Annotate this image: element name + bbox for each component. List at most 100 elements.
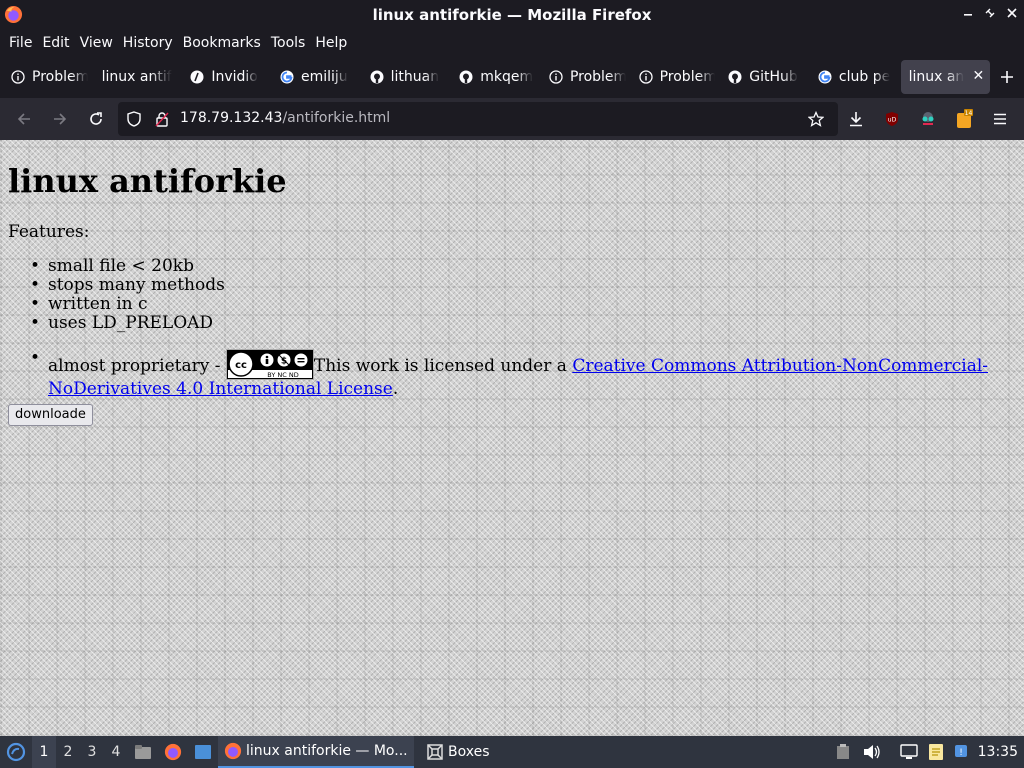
menu-history[interactable]: History bbox=[118, 35, 178, 51]
notification-icon: ! bbox=[955, 745, 967, 758]
forward-button[interactable] bbox=[44, 103, 76, 135]
tab[interactable]: Problem bbox=[632, 60, 722, 94]
window-title: linux antiforkie — Mozilla Firefox bbox=[372, 6, 652, 24]
github-icon bbox=[727, 69, 743, 85]
firefox-icon bbox=[164, 743, 182, 761]
features-list: small file < 20kb stops many methods wri… bbox=[28, 257, 988, 399]
shield-icon[interactable] bbox=[126, 111, 142, 127]
menu-tools[interactable]: Tools bbox=[266, 35, 311, 51]
tab[interactable]: Problem bbox=[542, 60, 632, 94]
folder-icon bbox=[135, 745, 151, 759]
speaker-icon bbox=[864, 745, 880, 759]
tab-label: linux antif bbox=[101, 69, 172, 85]
menu-help[interactable]: Help bbox=[310, 35, 352, 51]
tab-label: lithuan bbox=[390, 69, 440, 85]
task-label: Boxes bbox=[448, 744, 490, 760]
ublock-button[interactable]: uD bbox=[876, 103, 908, 135]
task-label: linux antiforkie — Mo... bbox=[246, 743, 408, 759]
star-icon[interactable] bbox=[808, 111, 824, 127]
tab-label: emiliju bbox=[300, 69, 348, 85]
tab-label: Problem bbox=[569, 69, 626, 85]
workspace-3[interactable]: 3 bbox=[80, 736, 104, 768]
workspace-2[interactable]: 2 bbox=[56, 736, 80, 768]
features-label: Features: bbox=[8, 222, 90, 242]
taskbar-task-firefox[interactable]: linux antiforkie — Mo... bbox=[218, 736, 414, 768]
lock-warning-icon[interactable] bbox=[154, 111, 170, 127]
arrow-left-icon bbox=[17, 113, 30, 125]
workspace-4[interactable]: 4 bbox=[104, 736, 128, 768]
firefox-launcher[interactable] bbox=[158, 736, 188, 768]
url-bar[interactable]: 178.79.132.43/antiforkie.html bbox=[118, 102, 838, 136]
close-window-button[interactable] bbox=[1002, 4, 1022, 26]
tab-active[interactable]: linux an ✕ bbox=[900, 60, 991, 94]
svg-text:!: ! bbox=[959, 748, 963, 758]
notification-tray-button[interactable]: ! bbox=[952, 736, 970, 768]
file-manager-launcher[interactable] bbox=[128, 736, 158, 768]
taskbar-task-boxes[interactable]: Boxes bbox=[420, 736, 496, 768]
invidious-icon bbox=[189, 69, 205, 85]
minimize-button[interactable] bbox=[958, 4, 978, 26]
menu-view[interactable]: View bbox=[75, 35, 118, 51]
tab-label: Invidio bbox=[211, 69, 258, 85]
svg-text:cc: cc bbox=[235, 360, 247, 371]
tab[interactable]: mkqem bbox=[452, 60, 542, 94]
menu-bookmarks[interactable]: Bookmarks bbox=[178, 35, 266, 51]
license-suffix: . bbox=[392, 379, 399, 399]
feature-item: stops many methods bbox=[28, 276, 988, 296]
cc-license-badge[interactable]: cc $ BY NC ND bbox=[225, 349, 314, 380]
clipboard-icon bbox=[837, 744, 849, 759]
tab[interactable]: GitHub bbox=[721, 60, 811, 94]
app-menu-button[interactable] bbox=[984, 103, 1016, 135]
tab[interactable]: club pe bbox=[811, 60, 901, 94]
minimize-icon bbox=[964, 14, 972, 16]
creative-commons-icon: cc $ BY NC ND bbox=[226, 350, 313, 379]
notes-tray-button[interactable] bbox=[926, 736, 946, 768]
web-page-content: linux antiforkie Features: small file < … bbox=[0, 140, 1024, 736]
reload-icon bbox=[90, 112, 102, 125]
start-menu-button[interactable] bbox=[0, 736, 32, 768]
github-icon bbox=[458, 69, 474, 85]
menu-edit[interactable]: Edit bbox=[37, 35, 74, 51]
url-host: 178.79.132.43 bbox=[180, 110, 283, 126]
extension-badge-count: 14 bbox=[965, 110, 973, 117]
monitor-icon bbox=[900, 744, 918, 759]
back-button[interactable] bbox=[8, 103, 40, 135]
display-tray-button[interactable] bbox=[898, 736, 920, 768]
license-text: This work is licensed under a bbox=[313, 356, 573, 376]
page-heading: linux antiforkie bbox=[8, 162, 287, 200]
ublock-icon: uD bbox=[886, 112, 898, 126]
tab-label: GitHub bbox=[749, 69, 798, 85]
arrow-right-icon bbox=[54, 113, 67, 125]
privacy-extension-button[interactable] bbox=[912, 103, 944, 135]
tab[interactable]: Invidio bbox=[183, 60, 273, 94]
tab[interactable]: linux antif bbox=[94, 60, 184, 94]
download-button[interactable]: downloade bbox=[8, 404, 93, 426]
desktop-launcher[interactable] bbox=[188, 736, 218, 768]
tab[interactable]: emiliju bbox=[273, 60, 363, 94]
extension-icon: 14 bbox=[957, 109, 973, 128]
close-icon bbox=[1007, 8, 1017, 18]
volume-button[interactable] bbox=[862, 736, 882, 768]
menu-file[interactable]: File bbox=[4, 35, 37, 51]
tab[interactable]: Problem bbox=[4, 60, 94, 94]
workspace-1[interactable]: 1 bbox=[32, 736, 56, 768]
downloads-button[interactable] bbox=[840, 103, 872, 135]
notes-icon bbox=[929, 744, 943, 760]
tab-bar: Problem linux antif Invidio emiliju lith… bbox=[0, 56, 1024, 98]
boxes-icon bbox=[427, 744, 443, 760]
tray-item[interactable] bbox=[834, 736, 852, 768]
tab-label: Problem bbox=[32, 69, 88, 85]
new-tab-button[interactable] bbox=[990, 60, 1024, 94]
license-prefix: almost proprietary - bbox=[48, 356, 226, 376]
tab[interactable]: lithuan bbox=[363, 60, 453, 94]
extension-badge-button[interactable]: 14 bbox=[948, 103, 980, 135]
maximize-button[interactable] bbox=[980, 4, 1000, 26]
download-icon bbox=[850, 112, 862, 127]
close-tab-icon[interactable]: ✕ bbox=[972, 68, 984, 84]
reload-button[interactable] bbox=[80, 103, 112, 135]
firefox-icon bbox=[224, 742, 242, 760]
restore-icon bbox=[985, 8, 995, 18]
tab-label: Problem bbox=[659, 69, 716, 85]
tab-label: mkqem bbox=[480, 69, 534, 85]
svg-text:uD: uD bbox=[888, 117, 897, 124]
